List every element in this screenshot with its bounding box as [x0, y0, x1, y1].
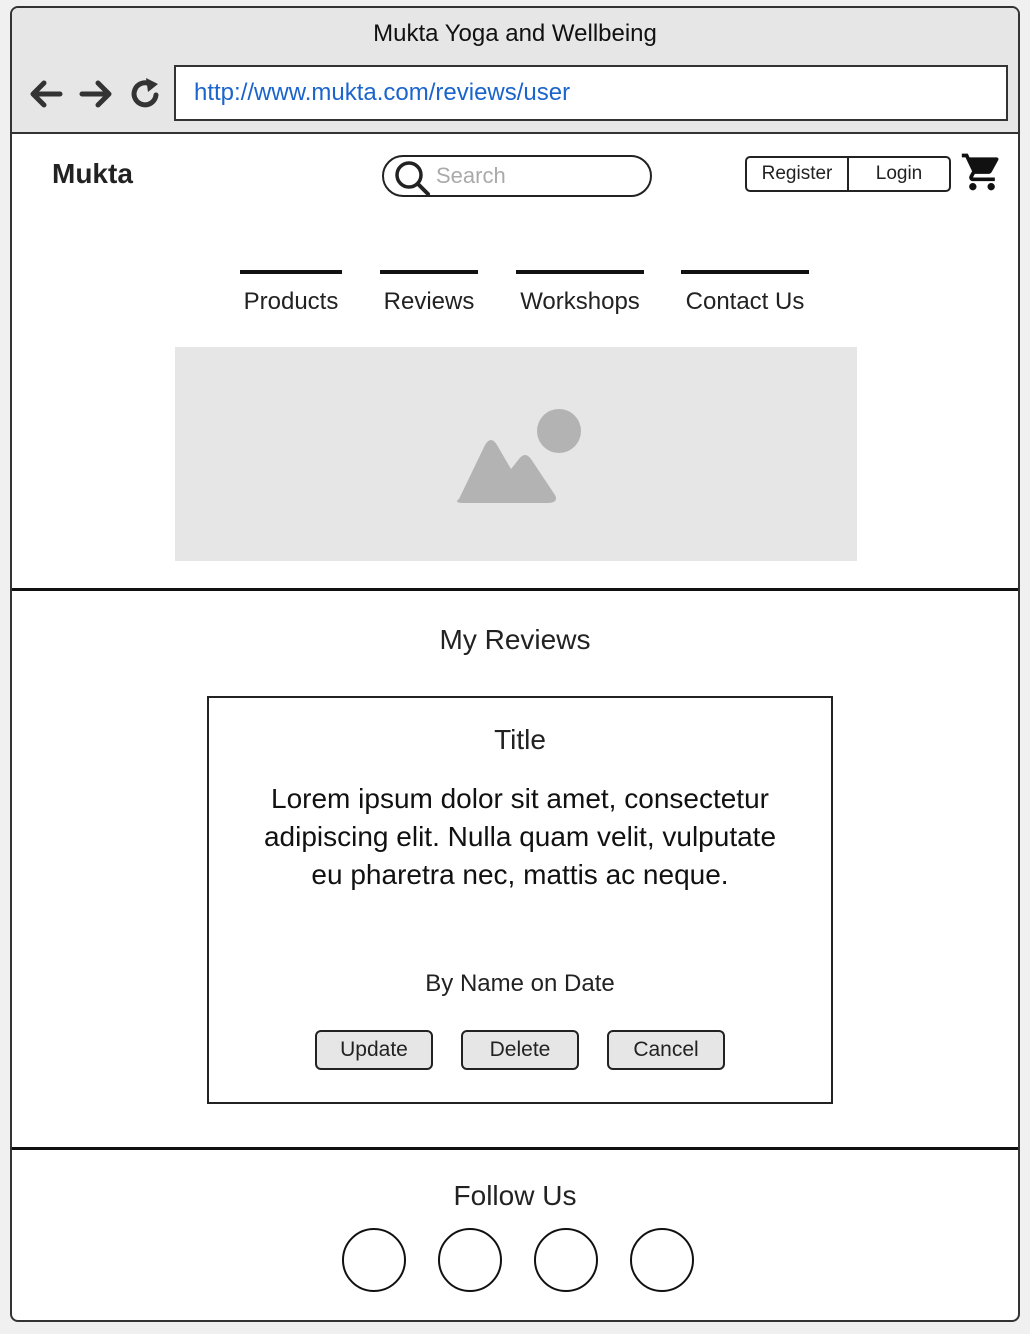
nav-item-workshops[interactable]: Workshops: [516, 270, 644, 338]
register-button[interactable]: Register: [747, 158, 847, 190]
nav-item-label: Products: [243, 288, 339, 315]
nav-item-label: Contact Us: [685, 288, 805, 315]
forward-arrow-icon[interactable]: [76, 74, 116, 114]
browser-chrome: Mukta Yoga and Wellbeing http://www.mukt…: [12, 8, 1018, 134]
browser-window: Mukta Yoga and Wellbeing http://www.mukt…: [10, 6, 1020, 1322]
cart-icon[interactable]: [960, 150, 1004, 194]
section-divider: [12, 1147, 1018, 1150]
cancel-button[interactable]: Cancel: [607, 1030, 725, 1070]
search-placeholder: Search: [436, 163, 506, 188]
review-body: Lorem ipsum dolor sit amet, consectetur …: [263, 783, 777, 890]
update-button[interactable]: Update: [315, 1030, 433, 1070]
auth-buttons: Register Login: [745, 156, 951, 192]
site-logo[interactable]: Mukta: [52, 158, 133, 190]
review-title: Title: [494, 724, 546, 755]
nav-item-products[interactable]: Products: [240, 270, 342, 338]
hero-image: [175, 347, 857, 561]
social-icon-1[interactable]: [342, 1228, 406, 1292]
window-title: Mukta Yoga and Wellbeing: [373, 20, 657, 47]
review-byline: By Name on Date: [425, 970, 615, 997]
image-placeholder-icon: [457, 409, 581, 503]
review-card: Title Lorem ipsum dolor sit amet, consec…: [207, 696, 833, 1104]
login-button[interactable]: Login: [847, 158, 949, 190]
nav-item-reviews[interactable]: Reviews: [380, 270, 478, 338]
back-arrow-icon[interactable]: [26, 74, 66, 114]
address-bar[interactable]: http://www.mukta.com/reviews/user: [174, 65, 1008, 121]
search-icon: [395, 161, 430, 196]
search-input[interactable]: Search: [382, 155, 652, 197]
reload-icon[interactable]: [126, 74, 166, 114]
review-actions: Update Delete Cancel: [209, 1030, 831, 1070]
follow-us-heading: Follow Us: [453, 1180, 577, 1211]
delete-button[interactable]: Delete: [461, 1030, 579, 1070]
social-icon-2[interactable]: [438, 1228, 502, 1292]
nav-item-label: Workshops: [520, 288, 640, 315]
social-links: [342, 1228, 694, 1292]
my-reviews-heading: My Reviews: [439, 624, 591, 655]
section-divider: [12, 588, 1018, 591]
nav-item-label: Reviews: [383, 288, 475, 315]
nav-item-contact-us[interactable]: Contact Us: [681, 270, 809, 338]
social-icon-3[interactable]: [534, 1228, 598, 1292]
social-icon-4[interactable]: [630, 1228, 694, 1292]
